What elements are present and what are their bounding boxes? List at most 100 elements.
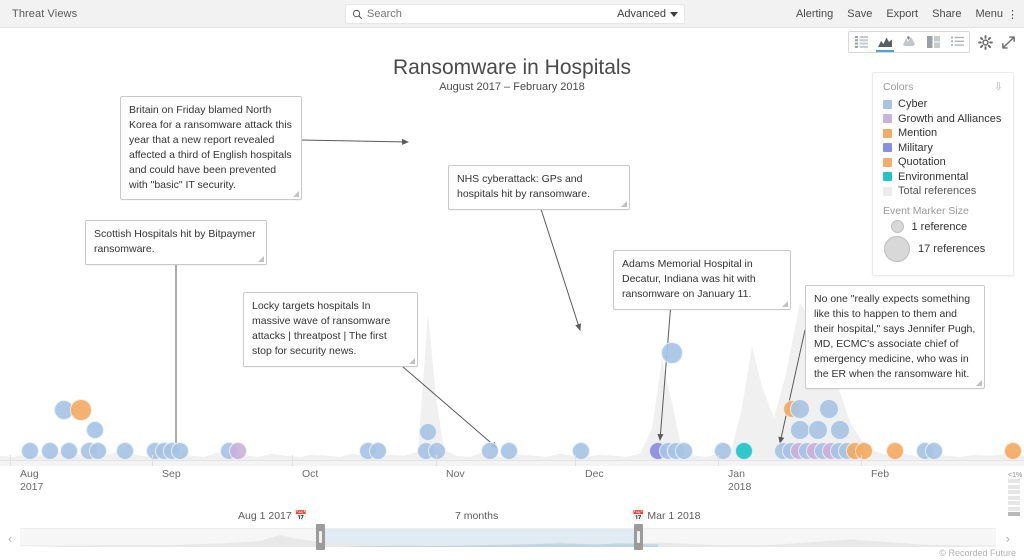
size-marker-icon (884, 236, 910, 262)
area-swatch-icon (883, 187, 892, 196)
legend-item-military[interactable]: Military (883, 142, 1003, 154)
tile-view-button[interactable] (921, 32, 945, 52)
event-marker[interactable] (500, 442, 518, 460)
scroll-percent-label: <1% (1008, 472, 1020, 479)
event-marker[interactable] (60, 442, 78, 460)
event-marker[interactable] (790, 399, 810, 419)
legend-size-items: 1 reference17 references (883, 220, 1003, 262)
legend-item-environmental[interactable]: Environmental (883, 171, 1003, 183)
legend-item-mention[interactable]: Mention (883, 127, 1003, 139)
axis-tick-mark (861, 455, 862, 466)
legend-item-label: Cyber (898, 98, 927, 110)
event-marker[interactable] (819, 399, 839, 419)
menu-button[interactable]: Menu (975, 8, 1003, 20)
event-marker[interactable] (1004, 442, 1022, 460)
range-scroll-right-button[interactable]: › (1006, 531, 1010, 546)
event-marker[interactable] (925, 442, 943, 460)
event-marker[interactable] (855, 442, 873, 460)
color-swatch-icon (883, 158, 892, 167)
event-marker[interactable] (229, 442, 247, 460)
range-scroll-left-button[interactable]: ‹ (8, 531, 12, 546)
range-end-label[interactable]: 📅 Mar 1 2018 (632, 510, 701, 522)
map-view-button[interactable] (897, 32, 921, 52)
save-button[interactable]: Save (847, 8, 872, 20)
event-marker[interactable] (89, 442, 107, 460)
event-marker[interactable] (70, 399, 92, 421)
event-marker[interactable] (21, 442, 39, 460)
advanced-label: Advanced (617, 8, 666, 20)
anno-nhs[interactable]: NHS cyberattack: GPs and hospitals hit b… (448, 165, 630, 210)
advanced-search-dropdown[interactable]: Advanced (617, 8, 678, 20)
event-marker[interactable] (886, 442, 904, 460)
legend-item-label: Environmental (898, 171, 968, 183)
range-end-handle[interactable] (634, 524, 643, 550)
scroll-segment (1008, 496, 1020, 500)
axis-tick-mark (575, 455, 576, 466)
anno-locky[interactable]: Locky targets hospitals In massive wave … (243, 292, 418, 367)
legend-color-items: Cyber Growth and Alliances Mention Military… (883, 98, 1003, 183)
range-start-label[interactable]: Aug 1 2017 📅 (238, 510, 307, 522)
event-marker[interactable] (41, 442, 59, 460)
list-icon (855, 36, 868, 48)
legend-item-total-references[interactable]: Total references (883, 185, 1003, 197)
axis-tick-label: Dec (585, 468, 604, 481)
gear-icon[interactable] (978, 35, 993, 50)
share-button[interactable]: Share (932, 8, 961, 20)
axis-tick-label: Feb (871, 468, 889, 481)
list-view-button[interactable] (849, 32, 873, 52)
calendar-icon[interactable]: 📅 (632, 511, 644, 522)
axis-line (0, 460, 1024, 461)
axis-tick-month: Jan (728, 468, 751, 481)
legend-item-quotation[interactable]: Quotation (883, 156, 1003, 168)
anno-ecmc[interactable]: No one "really expects something like th… (805, 285, 985, 389)
axis-tick-year: 2018 (728, 481, 751, 494)
range-start-handle[interactable] (316, 524, 325, 550)
axis-tick-label: Jan2018 (728, 468, 751, 494)
timeline-view-button[interactable] (873, 32, 897, 52)
expand-icon[interactable] (1001, 35, 1016, 50)
event-marker[interactable] (419, 423, 437, 441)
search-bar[interactable]: Advanced (345, 4, 685, 24)
event-marker[interactable] (661, 342, 683, 364)
color-swatch-icon (883, 100, 892, 109)
calendar-icon[interactable]: 📅 (295, 511, 307, 522)
chevron-double-down-icon[interactable]: ⇩ (994, 82, 1003, 93)
event-marker[interactable] (171, 442, 189, 460)
axis-tick-label: Oct (302, 468, 318, 481)
timeline-chart-icon (878, 36, 892, 48)
event-marker[interactable] (116, 442, 134, 460)
anno-adams[interactable]: Adams Memorial Hospital in Decatur, Indi… (613, 250, 791, 310)
event-marker[interactable] (675, 442, 693, 460)
anno-scottish[interactable]: Scottish Hospitals hit by Bitpaymer rans… (85, 220, 267, 265)
view-toolbar (848, 30, 1016, 54)
event-marker[interactable] (86, 421, 104, 439)
scroll-segment (1008, 485, 1020, 489)
event-marker[interactable] (790, 420, 810, 440)
kebab-menu-icon[interactable]: ⋮ (1007, 8, 1018, 21)
search-icon (352, 9, 363, 20)
anno-north-korea[interactable]: Britain on Friday blamed North Korea for… (120, 96, 302, 200)
legend-item-growth-and-alliances[interactable]: Growth and Alliances (883, 113, 1003, 125)
color-swatch-icon (883, 143, 892, 152)
threat-views-app: Threat Views Advanced Alerting Save Expo… (0, 0, 1024, 560)
event-marker[interactable] (369, 442, 387, 460)
axis-tick-month: Aug (20, 468, 43, 481)
event-marker[interactable] (808, 420, 828, 440)
table-view-button[interactable] (945, 32, 969, 52)
axis-tick-mark (718, 455, 719, 466)
app-brand: Threat Views (12, 8, 77, 20)
legend-item-cyber[interactable]: Cyber (883, 98, 1003, 110)
color-swatch-icon (883, 172, 892, 181)
axis-tick-month: Oct (302, 468, 318, 481)
event-marker[interactable] (481, 442, 499, 460)
search-input[interactable] (367, 8, 617, 20)
alerting-link[interactable]: Alerting (796, 8, 833, 20)
event-marker[interactable] (830, 420, 850, 440)
axis-tick-label: Nov (446, 468, 465, 481)
export-button[interactable]: Export (886, 8, 918, 20)
axis-tick-label: Sep (162, 468, 181, 481)
event-marker[interactable] (735, 442, 753, 460)
event-marker[interactable] (428, 442, 446, 460)
event-marker[interactable] (714, 442, 732, 460)
range-track[interactable] (20, 528, 996, 546)
